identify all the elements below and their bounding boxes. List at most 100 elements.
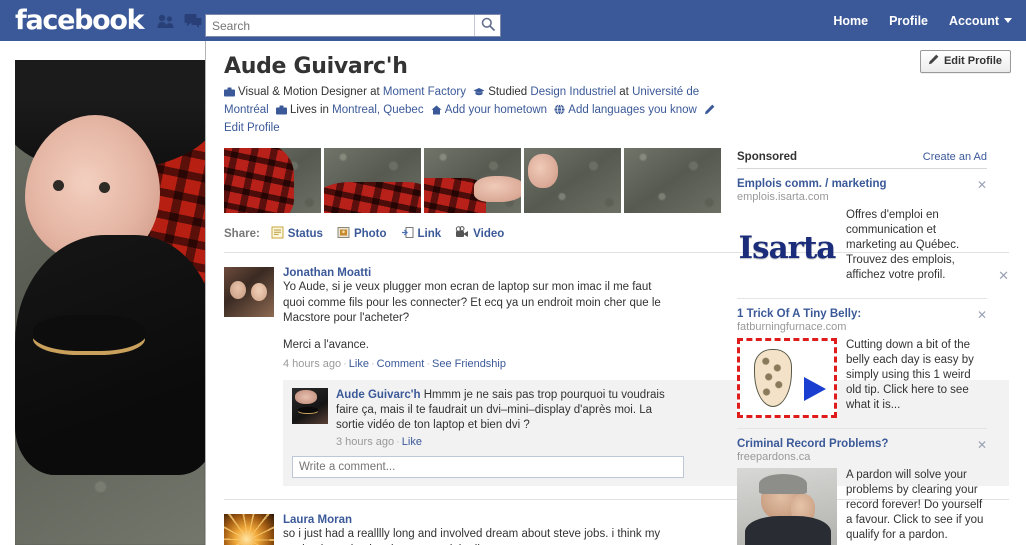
profile-meta: Visual & Motion Designer at Moment Facto… [224,84,724,136]
write-comment-input[interactable] [292,456,684,478]
globe-icon [554,104,565,120]
cover-photo-eye-right [99,182,110,193]
avatar[interactable] [224,267,274,317]
sponsored-ad[interactable]: ✕ Emplois comm. / marketing emplois.isar… [737,169,987,299]
ad-image-text: Isarta [738,230,837,266]
work-prefix: Visual & Motion Designer at [238,86,380,98]
create-ad-link[interactable]: Create an Ad [923,151,987,163]
share-photo-button[interactable]: Photo [337,226,387,242]
facebook-logo[interactable]: facebook [15,7,145,34]
briefcase-icon [224,86,235,102]
share-status-label: Status [287,228,323,240]
cover-photo-hood [15,235,205,475]
photo-strip-item[interactable] [324,148,421,213]
post-timestamp: 4 hours ago [283,358,342,370]
pencil-icon [928,54,939,68]
comment-like-link[interactable]: Like [402,436,422,448]
photo-strip-item[interactable] [424,148,521,213]
nav-account-menu[interactable]: Account [949,14,1012,28]
belly-graphic [754,349,792,407]
close-icon[interactable]: ✕ [977,178,987,192]
profile-header: Aude Guivarc'h Visual & Motion Designer … [206,41,1026,136]
search-button[interactable] [474,15,500,36]
lives-prefix: Lives in [289,104,329,116]
search-box[interactable] [205,14,501,37]
comment-meta: 3 hours ago · Like [336,436,422,448]
ad-title[interactable]: Emplois comm. / marketing [737,178,987,190]
comment-text: Aude Guivarc'h Hmmm je ne sais pas trop … [336,388,676,433]
study-field-link[interactable]: Design Industriel [530,86,616,98]
photo-strip-item[interactable] [524,148,621,213]
see-friendship-link[interactable]: See Friendship [432,358,506,370]
sponsored-ad[interactable]: ✕ Criminal Record Problems? freepardons.… [737,429,987,545]
sponsored-title: Sponsored [737,151,798,163]
ad-copy: A pardon will solve your problems by cle… [846,469,984,541]
ad-image[interactable] [737,468,837,545]
comment-link[interactable]: Comment [377,358,425,370]
pencil-icon [704,104,715,120]
close-icon[interactable]: ✕ [977,438,987,452]
profile-window: Aude Guivarc'h Visual & Motion Designer … [205,10,1026,545]
ad-url: fatburningfurnace.com [737,321,847,333]
edit-profile-button[interactable]: Edit Profile [919,50,1011,73]
cover-photo-sunglasses [33,315,145,355]
profile-cover-photo [15,60,205,545]
pardon-photo [737,468,837,545]
friend-requests-icon[interactable] [157,13,175,29]
work-employer-link[interactable]: Moment Factory [383,86,466,98]
post-author-link[interactable]: Laura Moran [283,514,352,526]
status-icon [271,226,284,242]
avatar[interactable] [292,388,328,424]
search-input[interactable] [206,15,474,36]
post-paragraph: so i just had a realllly long and involv… [283,528,661,545]
header-nav: Home Profile Account [833,0,1012,41]
ad-url: emplois.isarta.com [737,191,829,203]
post-paragraph: Yo Aude, si je veux plugger mon ecran de… [283,281,661,324]
facebook-top-bar: facebook Home Profile Account [0,0,1026,41]
search-icon [481,17,495,34]
ad-image[interactable] [737,338,837,418]
chevron-down-icon [1004,18,1012,23]
ad-title[interactable]: 1 Trick Of A Tiny Belly: [737,308,987,320]
close-icon[interactable]: ✕ [998,269,1009,282]
ad-title[interactable]: Criminal Record Problems? [737,438,987,450]
photo-strip-item[interactable] [224,148,321,213]
share-video-button[interactable]: Video [455,226,504,242]
comment-author-link[interactable]: Aude Guivarc'h [336,389,421,401]
avatar[interactable] [224,514,274,545]
nav-account-label: Account [949,13,999,28]
photo-strip-item[interactable] [624,148,721,213]
ad-image[interactable]: Isarta [737,208,837,288]
share-label: Share: [224,228,260,240]
messages-icon[interactable] [184,13,202,29]
post-text: Yo Aude, si je veux plugger mon ecran de… [283,280,675,353]
home-icon [431,104,442,120]
nav-profile-link[interactable]: Profile [889,14,928,28]
close-icon[interactable]: ✕ [977,308,987,322]
study-at: at [619,86,629,98]
photo-icon [337,226,350,242]
add-languages-link[interactable]: Add languages you know [568,104,697,116]
share-link-button[interactable]: Link [401,226,442,242]
edit-profile-button-label: Edit Profile [943,55,1002,67]
comment-timestamp: 3 hours ago [336,436,395,448]
city-icon [275,104,287,120]
post-text: so i just had a realllly long and involv… [283,527,675,545]
sponsored-ad[interactable]: ✕ 1 Trick Of A Tiny Belly: fatburningfur… [737,299,987,429]
like-link[interactable]: Like [349,358,369,370]
sponsored-header: Sponsored Create an Ad [737,151,987,169]
post-author-link[interactable]: Jonathan Moatti [283,267,371,279]
ad-url: freepardons.ca [737,451,811,463]
nav-home-link[interactable]: Home [833,14,868,28]
add-hometown-link[interactable]: Add your hometown [445,104,547,116]
share-status-button[interactable]: Status [271,226,323,242]
edit-profile-inline-link[interactable]: Edit Profile [224,122,280,134]
arrow-icon [804,377,826,401]
current-city-link[interactable]: Montreal, Quebec [332,104,423,116]
video-icon [455,226,469,242]
ad-copy: Cutting down a bit of the belly each day… [846,339,974,411]
graduation-cap-icon [473,86,485,102]
post-paragraph: Merci a l'avance. [283,338,369,351]
share-link-label: Link [417,228,442,240]
study-prefix: Studied [488,86,528,98]
